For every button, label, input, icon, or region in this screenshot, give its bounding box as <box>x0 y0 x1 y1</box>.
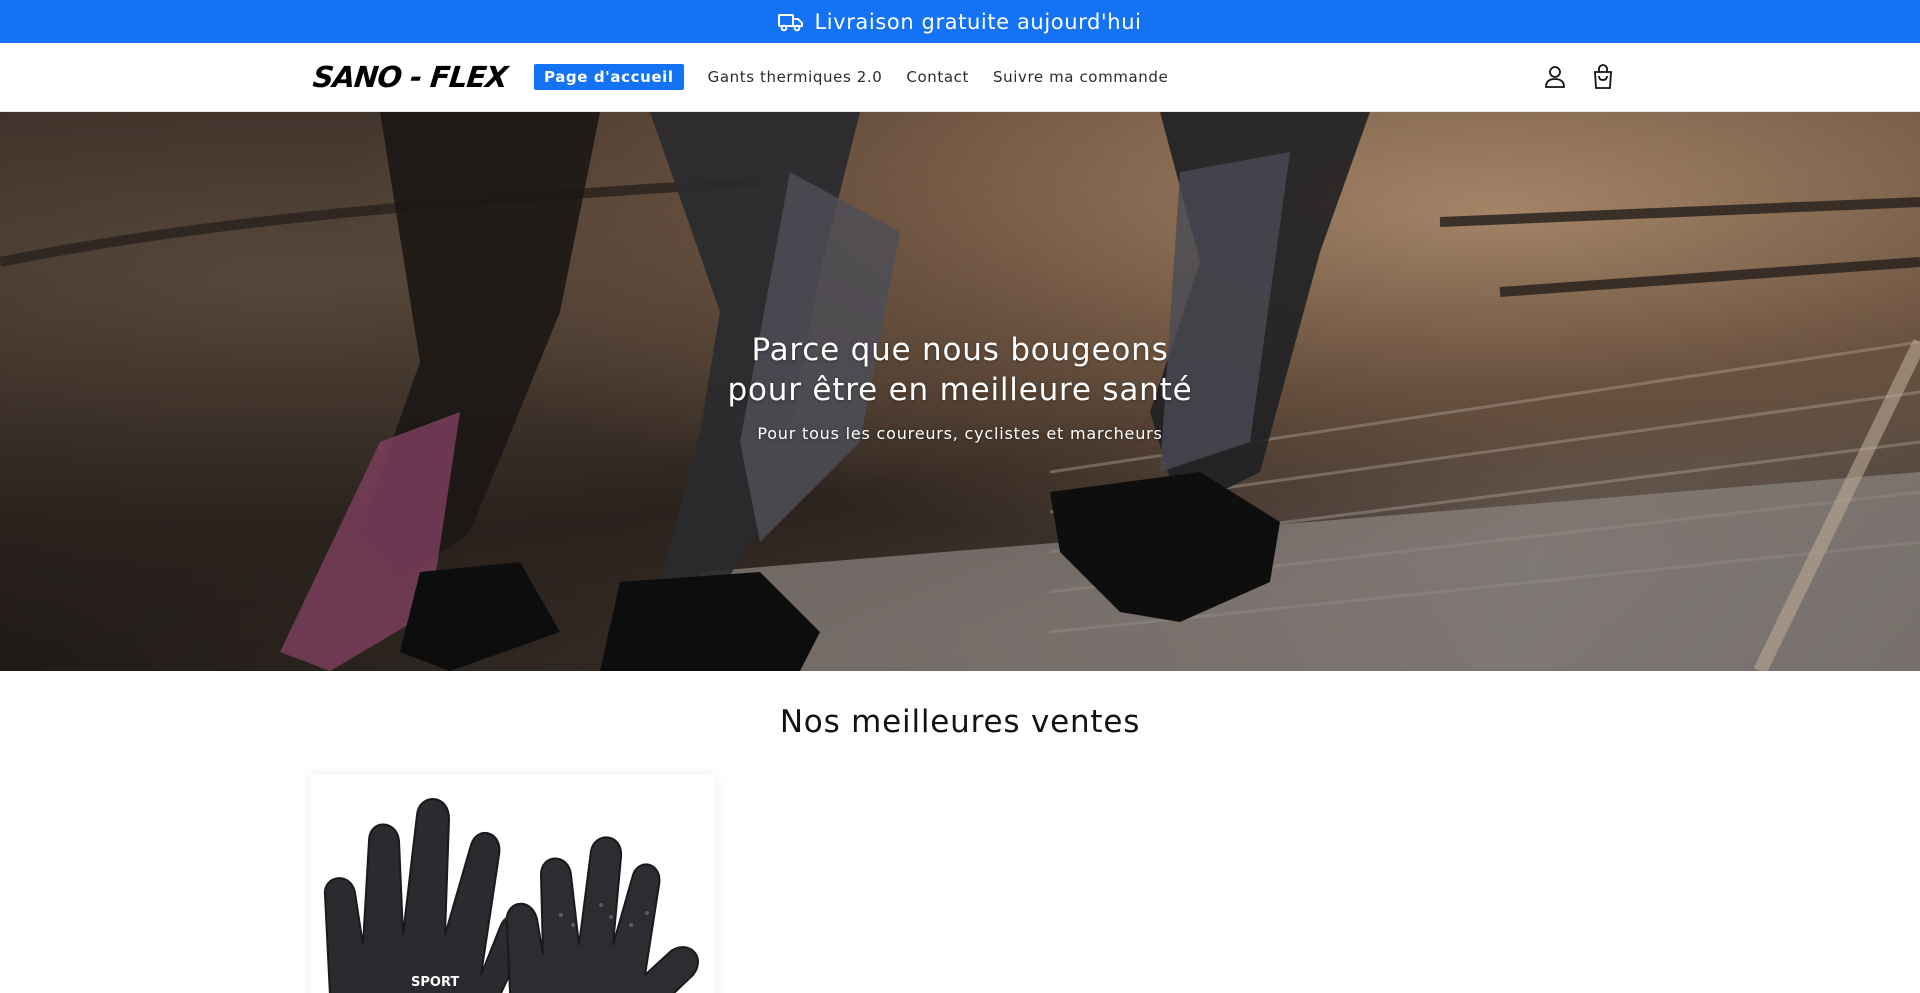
hero-title-line2: pour être en meilleure santé <box>727 372 1193 408</box>
nav-item-home[interactable]: Page d'accueil <box>534 64 684 90</box>
bestsellers-title: Nos meilleures ventes <box>779 704 1141 740</box>
account-icon[interactable] <box>1542 63 1568 91</box>
truck-icon <box>778 12 804 32</box>
announcement-text: Livraison gratuite aujourd'hui <box>814 9 1142 34</box>
hero-title-line1: Parce que nous bougeons <box>751 332 1169 368</box>
product-image-label: SPORT <box>411 975 459 990</box>
product-image-gloves[interactable]: SPORT <box>311 775 715 993</box>
hero-title: Parce que nous bougeons pour être en mei… <box>0 330 1920 410</box>
nav-item-track-order[interactable]: Suivre ma commande <box>993 68 1168 86</box>
nav-item-thermal-gloves[interactable]: Gants thermiques 2.0 <box>708 68 883 86</box>
site-header: SANO - FLEX Page d'accueil Gants thermiq… <box>0 43 1920 112</box>
cart-icon[interactable] <box>1590 63 1616 91</box>
brand-logo[interactable]: SANO - FLEX <box>311 60 509 94</box>
hero-text: Parce que nous bougeons pour être en mei… <box>0 330 1920 443</box>
header-icons <box>1542 63 1616 91</box>
product-card[interactable]: SPORT <box>311 775 715 993</box>
hero-banner: Parce que nous bougeons pour être en mei… <box>0 112 1920 671</box>
announcement-bar: Livraison gratuite aujourd'hui <box>0 0 1920 43</box>
nav-item-contact[interactable]: Contact <box>906 68 969 86</box>
hero-subtitle: Pour tous les coureurs, cyclistes et mar… <box>757 424 1163 443</box>
main-nav: Page d'accueil Gants thermiques 2.0 Cont… <box>534 64 1168 90</box>
